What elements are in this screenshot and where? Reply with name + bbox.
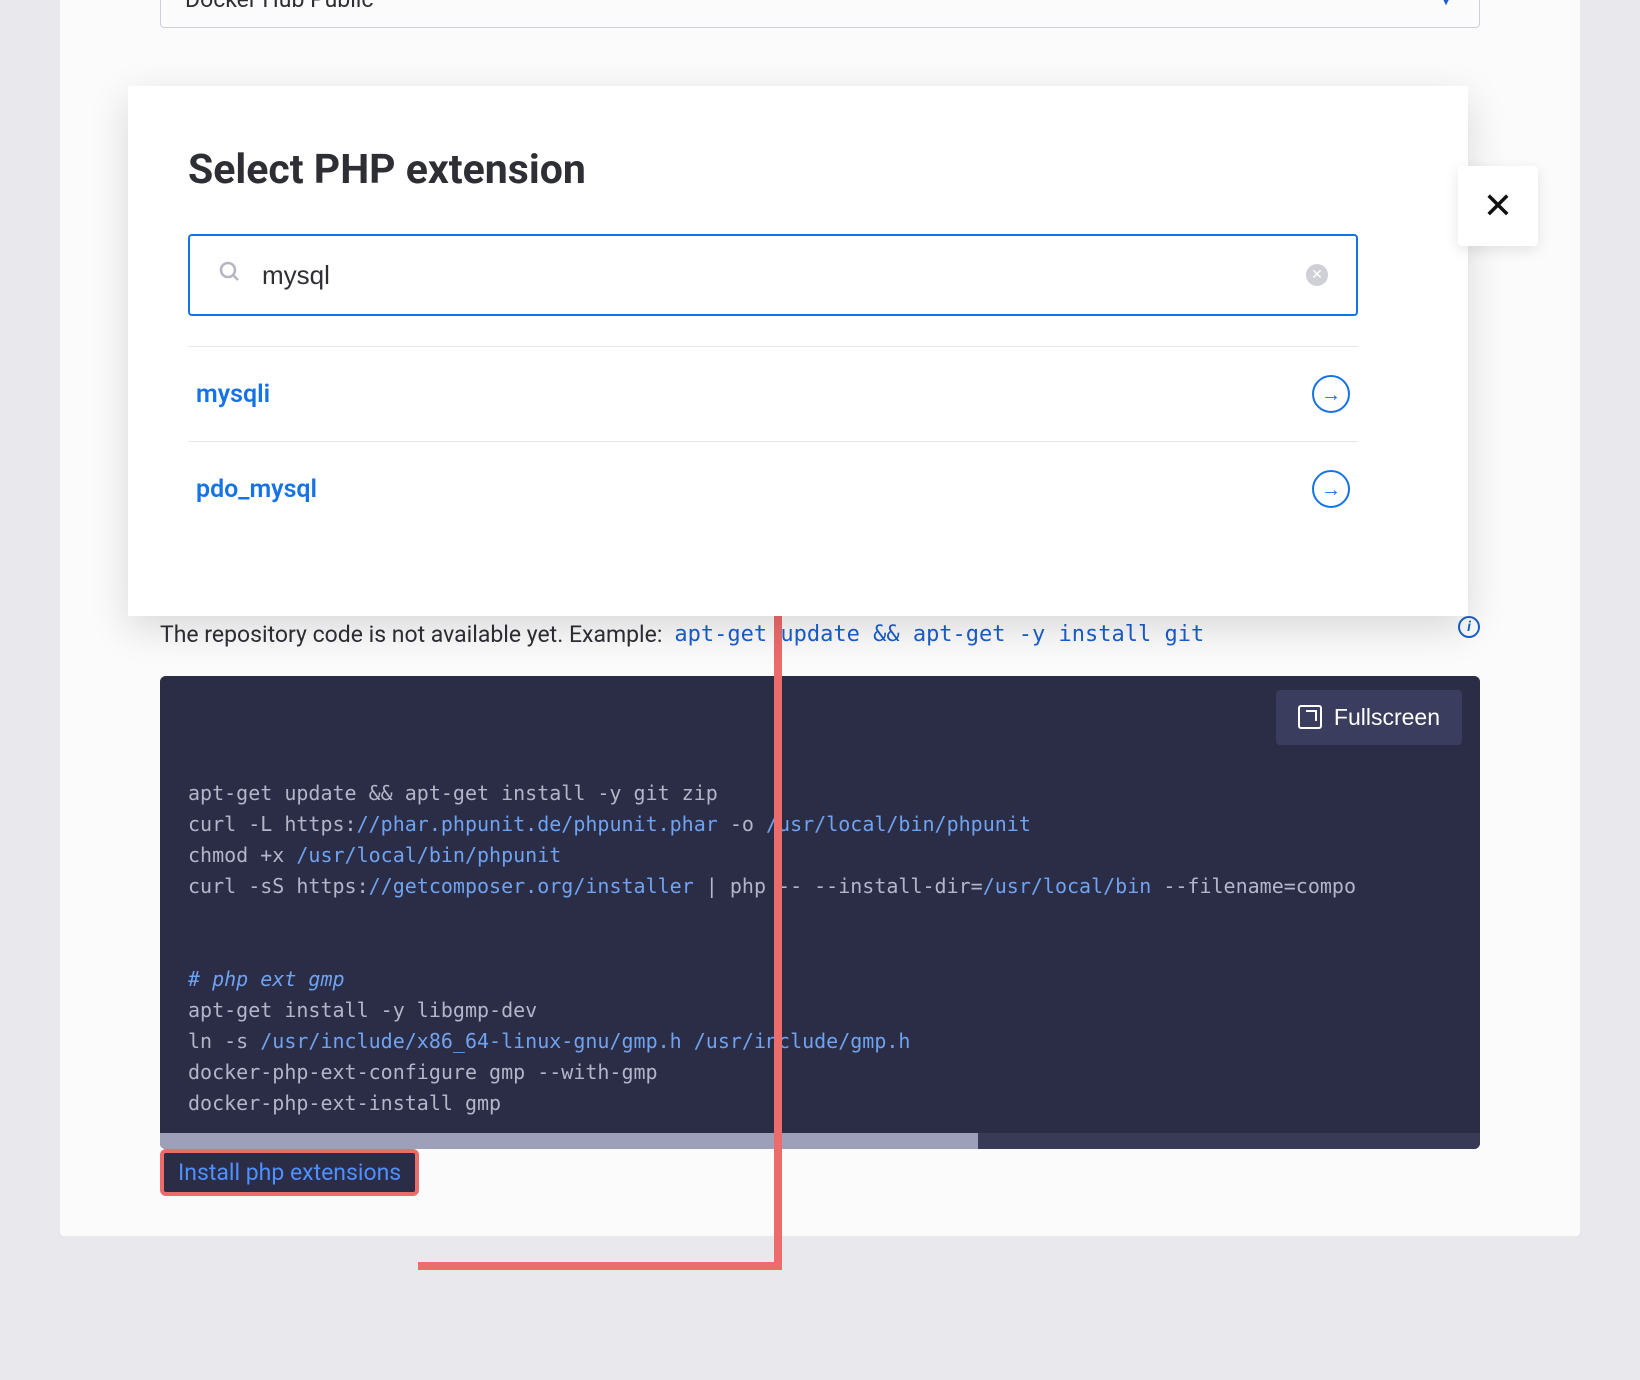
search-input[interactable] <box>262 260 1286 291</box>
search-icon <box>218 260 242 290</box>
info-icon[interactable]: i <box>1458 616 1480 638</box>
clear-search-icon[interactable]: ✕ <box>1306 264 1328 286</box>
editor-scrollbar[interactable] <box>160 1133 1480 1149</box>
result-list: mysqli → pdo_mysql → <box>188 346 1358 536</box>
repo-note-code: apt-get update && apt-get -y install git <box>674 622 1204 647</box>
close-icon: ✕ <box>1483 185 1513 227</box>
result-label: pdo_mysql <box>196 475 317 504</box>
arrow-right-icon: → <box>1312 375 1350 413</box>
chevron-down-icon: ▼ <box>1437 0 1455 10</box>
registry-select[interactable]: Docker Hub Public ▼ <box>160 0 1480 28</box>
result-item[interactable]: mysqli → <box>188 346 1358 441</box>
arrow-right-icon: → <box>1312 470 1350 508</box>
install-php-extensions-link[interactable]: Install php extensions <box>178 1159 401 1186</box>
close-button[interactable]: ✕ <box>1458 166 1538 246</box>
registry-select-value: Docker Hub Public <box>185 0 373 13</box>
fullscreen-label: Fullscreen <box>1334 704 1440 731</box>
code-editor[interactable]: Fullscreen apt-get update && apt-get ins… <box>160 676 1480 1149</box>
editor-content[interactable]: apt-get update && apt-get install -y git… <box>160 758 1480 1133</box>
fullscreen-button[interactable]: Fullscreen <box>1276 690 1462 745</box>
install-php-extensions-highlight: Install php extensions <box>160 1149 419 1196</box>
modal-title: Select PHP extension <box>188 146 1358 194</box>
result-label: mysqli <box>196 380 270 409</box>
repo-note-text: The repository code is not available yet… <box>160 621 662 648</box>
search-box[interactable]: ✕ <box>188 234 1358 316</box>
result-item[interactable]: pdo_mysql → <box>188 441 1358 536</box>
fullscreen-icon <box>1298 705 1322 729</box>
select-php-extension-modal: Select PHP extension ✕ ✕ mysqli → pdo_my… <box>128 86 1468 616</box>
